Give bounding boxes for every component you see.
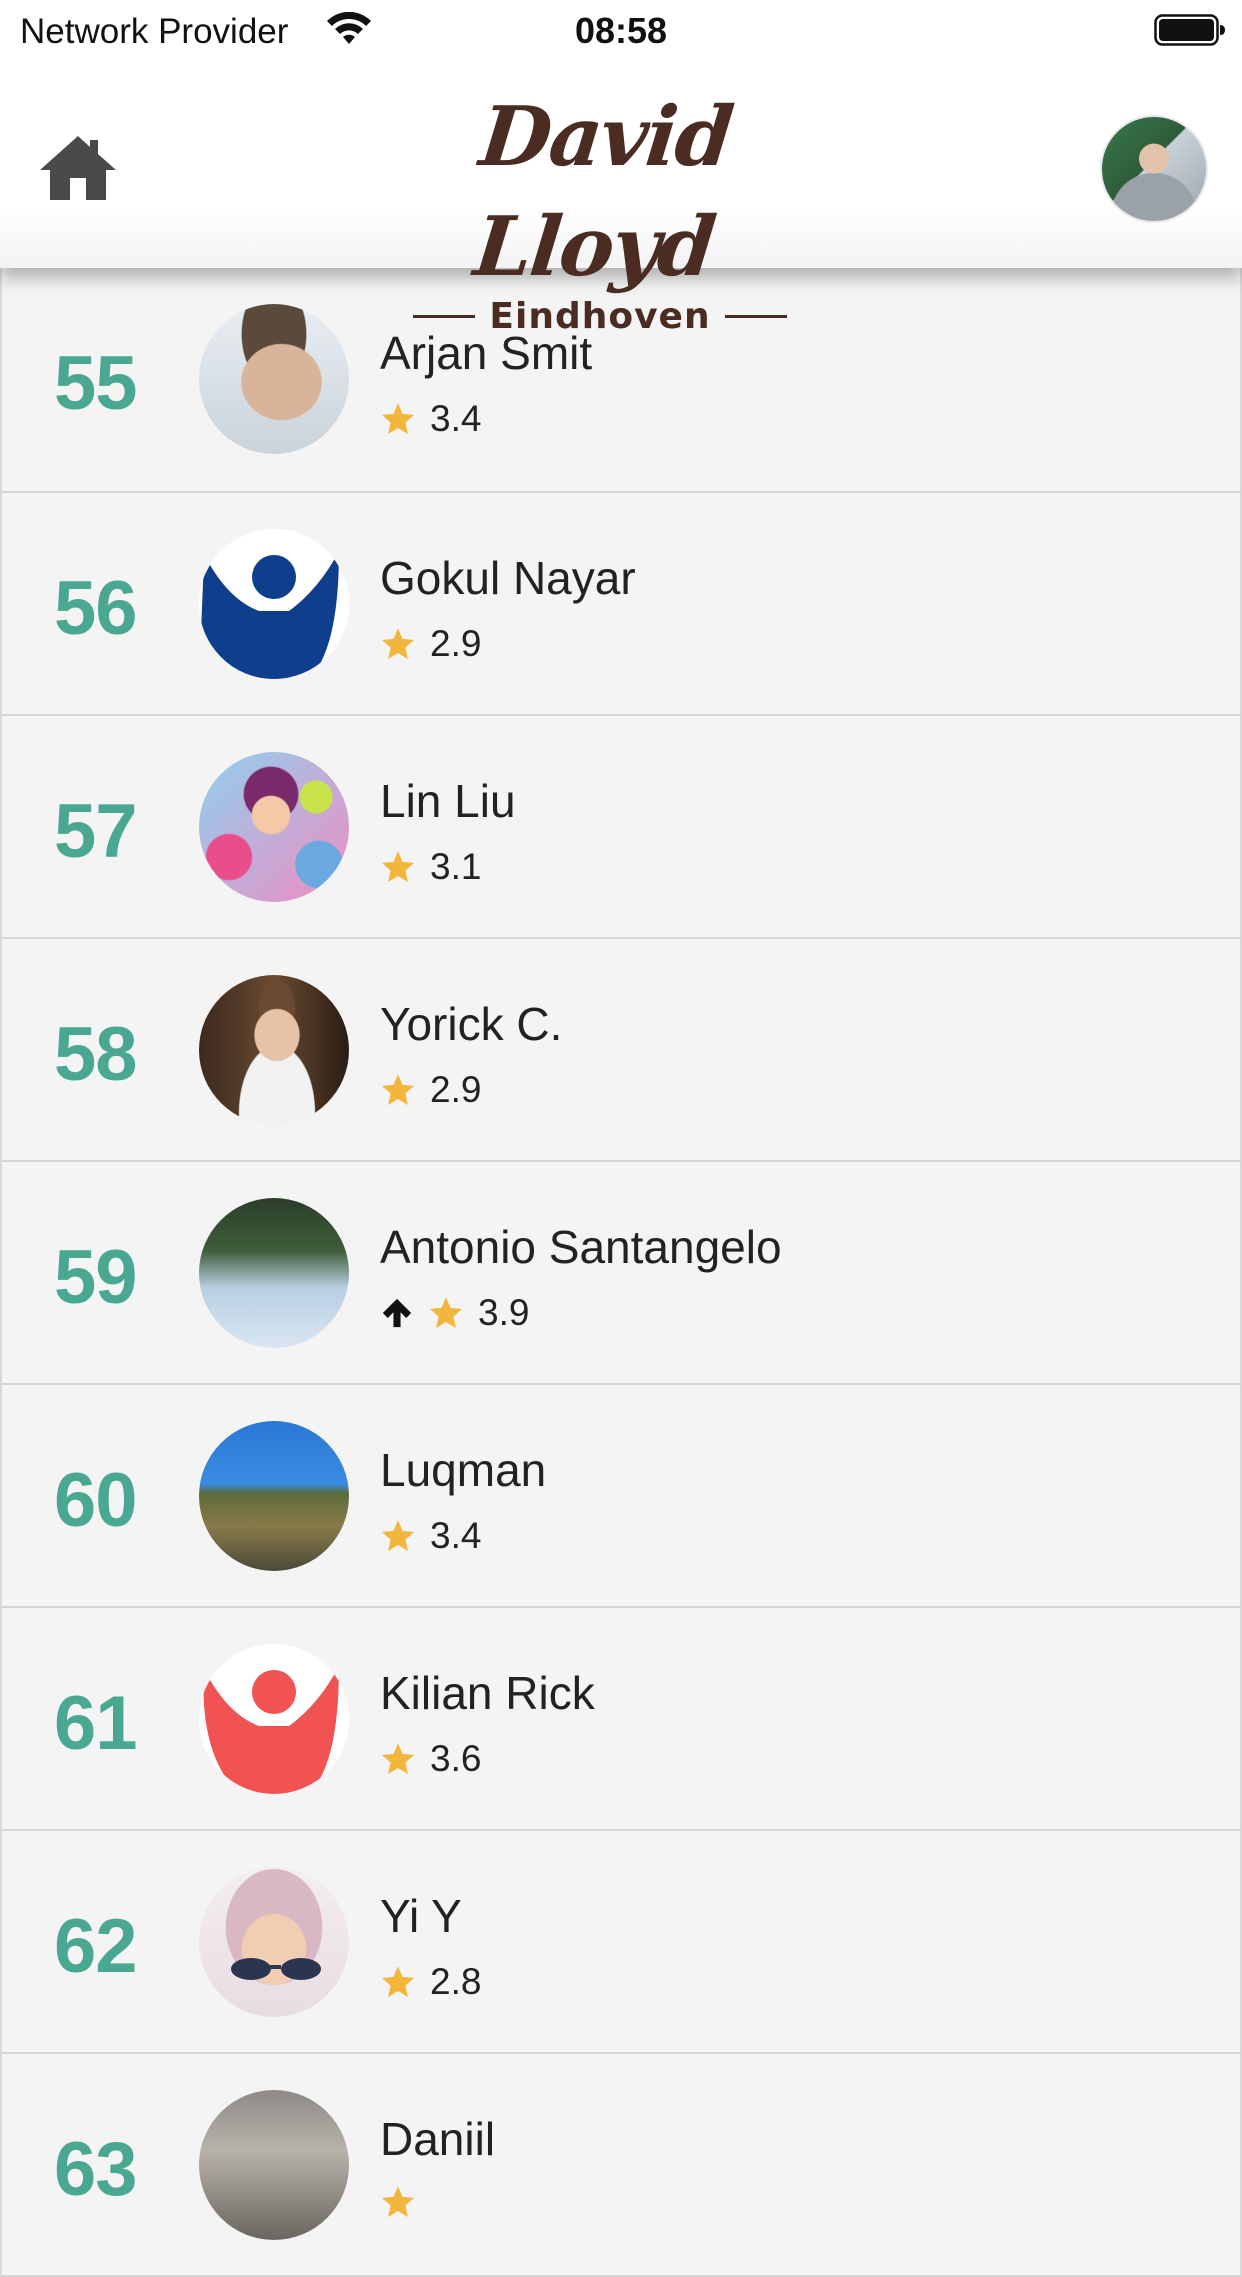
rank-number: 56 <box>54 566 138 651</box>
avatar <box>199 1198 349 1348</box>
rating: 2.9 <box>380 1069 481 1111</box>
player-name: Gokul Nayar <box>380 552 636 604</box>
rating <box>380 2184 430 2220</box>
arrow-up-icon <box>382 1298 412 1328</box>
profile-avatar[interactable] <box>1100 115 1208 223</box>
rating-value: 3.4 <box>430 1515 482 1556</box>
list-item[interactable]: 60 Luqman 3.4 <box>0 1385 1242 1608</box>
ranking-list: 55 Arjan Smit 3.4 56 Gokul Nayar 2.9 57 … <box>0 268 1242 2277</box>
rating-value: 3.9 <box>478 1292 530 1333</box>
rating: 3.9 <box>380 1292 529 1334</box>
rating: 3.4 <box>380 1515 481 1557</box>
star-icon <box>381 1520 415 1551</box>
avatar <box>199 1644 349 1794</box>
status-bar: Network Provider 08:58 <box>0 0 1242 62</box>
rank-number: 60 <box>54 1458 138 1543</box>
player-name: Lin Liu <box>380 775 516 827</box>
player-name: Kilian Rick <box>380 1667 595 1719</box>
rank-number: 59 <box>54 1235 138 1320</box>
list-item[interactable]: 61 Kilian Rick 3.6 <box>0 1608 1242 1831</box>
player-name: Yi Y <box>380 1890 462 1942</box>
avatar <box>199 2090 349 2240</box>
list-item[interactable]: 56 Gokul Nayar 2.9 <box>0 493 1242 716</box>
rank-number: 62 <box>54 1904 138 1989</box>
logo-subtitle-row: Eindhoven <box>380 296 820 337</box>
battery-icon <box>1154 14 1225 46</box>
star-icon <box>381 851 415 882</box>
rank-number: 61 <box>54 1681 138 1766</box>
avatar <box>199 752 349 902</box>
player-name: Daniil <box>380 2113 496 2165</box>
avatar <box>199 1867 349 2017</box>
star-icon <box>381 1966 415 1997</box>
player-name: Luqman <box>380 1444 547 1496</box>
list-item[interactable]: 58 Yorick C. 2.9 <box>0 939 1242 1162</box>
avatar <box>199 1421 349 1571</box>
rank-number: 63 <box>54 2127 138 2212</box>
list-item[interactable]: 63 Daniil <box>0 2054 1242 2277</box>
home-icon[interactable] <box>38 132 118 204</box>
star-icon <box>381 628 415 659</box>
rating-value: 3.6 <box>430 1738 482 1779</box>
rating: 2.8 <box>380 1961 481 2003</box>
star-icon <box>381 1074 415 1105</box>
rating: 3.6 <box>380 1738 481 1780</box>
rank-number: 57 <box>54 789 138 874</box>
club-logo: David Lloyd Eindhoven <box>380 82 820 337</box>
rating-value: 2.8 <box>430 1961 482 2002</box>
avatar <box>199 529 349 679</box>
rank-number: 58 <box>54 1012 138 1097</box>
rank-number: 55 <box>54 341 138 426</box>
rating: 3.4 <box>380 398 481 440</box>
rating-value: 3.4 <box>430 398 482 439</box>
star-icon <box>429 1297 463 1328</box>
sunglasses-icon <box>231 1958 321 1980</box>
star-icon <box>381 403 415 434</box>
avatar <box>199 975 349 1125</box>
player-name: Yorick C. <box>380 998 563 1050</box>
logo-divider-right <box>724 315 787 318</box>
rating-value: 2.9 <box>430 1069 482 1110</box>
list-item[interactable]: 62 Yi Y 2.8 <box>0 1831 1242 2054</box>
star-icon <box>381 1743 415 1774</box>
player-name: Antonio Santangelo <box>380 1221 782 1273</box>
logo-script: David Lloyd <box>469 89 737 295</box>
avatar <box>199 304 349 454</box>
logo-divider-left <box>413 315 476 318</box>
list-item[interactable]: 59 Antonio Santangelo 3.9 <box>0 1162 1242 1385</box>
app-header: David Lloyd Eindhoven <box>0 62 1242 337</box>
person-logo-icon <box>199 1644 349 1794</box>
list-item[interactable]: 57 Lin Liu 3.1 <box>0 716 1242 939</box>
rating-value: 3.1 <box>430 846 482 887</box>
rating: 3.1 <box>380 846 481 888</box>
rating: 2.9 <box>380 623 481 665</box>
clock: 08:58 <box>574 10 668 51</box>
star-icon <box>381 2186 415 2217</box>
person-logo-icon <box>199 529 349 679</box>
logo-subtitle: Eindhoven <box>489 296 711 337</box>
rating-value: 2.9 <box>430 623 482 664</box>
